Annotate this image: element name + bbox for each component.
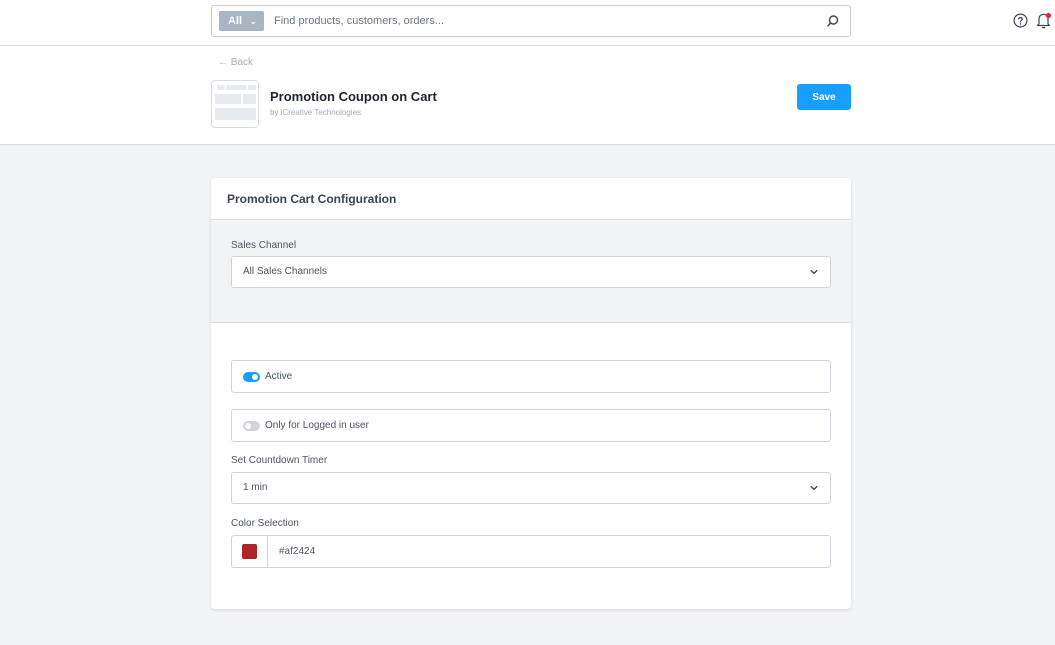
search-icon[interactable]: [826, 14, 840, 28]
toggle-knob: [245, 423, 251, 429]
config-card: Promotion Cart Configuration Sales Chann…: [211, 178, 851, 609]
search-scope-label: All: [228, 15, 243, 27]
top-bar: All ⌄: [0, 0, 1055, 46]
sales-channel-select[interactable]: All Sales Channels: [231, 256, 831, 288]
back-link[interactable]: ← Back: [218, 57, 253, 68]
bell-icon[interactable]: [1036, 12, 1052, 29]
sales-channel-section: Sales Channel All Sales Channels: [211, 220, 851, 323]
toggle-knob: [252, 374, 258, 380]
color-swatch-button[interactable]: [232, 536, 268, 567]
color-swatch: [242, 544, 257, 559]
search-input[interactable]: [274, 12, 814, 30]
active-toggle[interactable]: [243, 372, 260, 382]
logged-in-only-label: Only for Logged in user: [265, 420, 369, 431]
card-title: Promotion Cart Configuration: [227, 192, 397, 206]
color-selection-label: Color Selection: [231, 518, 299, 529]
chevron-down-icon: [810, 269, 818, 275]
chevron-down-icon: ⌄: [249, 16, 257, 26]
sales-channel-label: Sales Channel: [231, 240, 297, 251]
countdown-timer-label: Set Countdown Timer: [231, 455, 328, 466]
chevron-down-icon: [810, 485, 818, 491]
plugin-thumbnail: [211, 80, 259, 128]
plugin-author: by iCreative Technologies: [270, 108, 362, 117]
active-label: Active: [265, 371, 293, 382]
sales-channel-value: All Sales Channels: [243, 266, 327, 277]
page-header: ← Back Promotion Coupon on Cart by iCrea…: [0, 46, 1055, 145]
color-picker-field[interactable]: #af2424: [231, 535, 831, 568]
global-search: All ⌄: [211, 5, 851, 37]
notification-dot: [1045, 12, 1052, 19]
active-switch-field[interactable]: Active: [231, 360, 831, 393]
help-icon[interactable]: [1013, 13, 1028, 28]
color-hex-value[interactable]: #af2424: [279, 546, 315, 557]
search-scope-dropdown[interactable]: All ⌄: [219, 11, 264, 31]
save-button[interactable]: Save: [797, 84, 851, 110]
countdown-timer-value: 1 min: [243, 482, 268, 493]
logged-in-only-switch-field[interactable]: Only for Logged in user: [231, 409, 831, 442]
page-title: Promotion Coupon on Cart: [270, 89, 437, 104]
countdown-timer-select[interactable]: 1 min: [231, 472, 831, 504]
logged-in-only-toggle[interactable]: [243, 421, 260, 431]
